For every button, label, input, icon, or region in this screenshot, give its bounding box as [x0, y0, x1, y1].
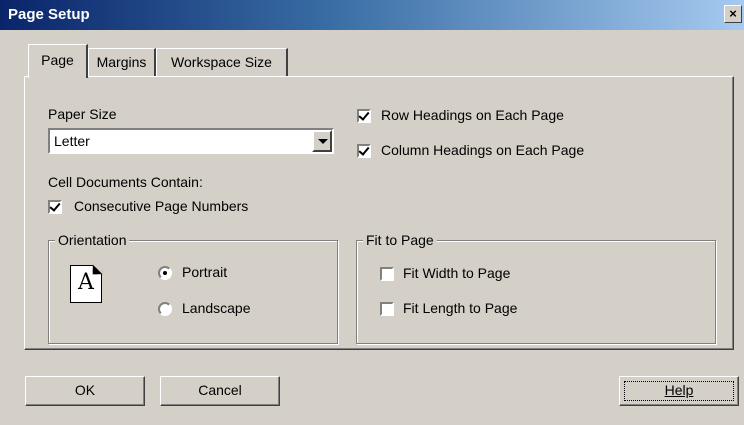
- portrait-radio[interactable]: [158, 266, 172, 280]
- orientation-title: Orientation: [55, 232, 130, 248]
- tab-workspace-size[interactable]: Workspace Size: [156, 48, 288, 77]
- tab-workspace-size-label: Workspace Size: [171, 54, 272, 70]
- title-bar: Page Setup ×: [0, 0, 744, 30]
- landscape-label[interactable]: Landscape: [182, 300, 251, 316]
- fit-to-page-title: Fit to Page: [363, 232, 437, 248]
- ok-button[interactable]: OK: [25, 376, 145, 406]
- column-headings-label[interactable]: Column Headings on Each Page: [381, 142, 584, 158]
- help-button[interactable]: Help: [619, 376, 739, 406]
- ok-button-label: OK: [74, 382, 96, 398]
- portrait-page-icon: A: [70, 265, 102, 303]
- fit-length-checkbox[interactable]: [380, 302, 394, 316]
- fit-width-checkbox[interactable]: [380, 267, 394, 281]
- tab-page[interactable]: Page: [28, 44, 88, 78]
- focus-ring: [624, 381, 734, 401]
- fit-width-label[interactable]: Fit Width to Page: [403, 265, 510, 281]
- row-headings-checkbox[interactable]: [357, 109, 371, 123]
- landscape-radio[interactable]: [158, 302, 172, 316]
- chevron-down-icon[interactable]: [312, 130, 332, 152]
- close-icon: ×: [729, 6, 737, 21]
- tab-margins-label: Margins: [96, 54, 147, 70]
- tab-page-label: Page: [41, 52, 74, 68]
- portrait-label[interactable]: Portrait: [182, 264, 227, 280]
- page-icon-letter: A: [78, 270, 94, 295]
- cell-documents-label: Cell Documents Contain:: [48, 174, 203, 190]
- cancel-button[interactable]: Cancel: [160, 376, 280, 406]
- close-button[interactable]: ×: [724, 5, 742, 23]
- fit-to-page-group: Fit to Page: [356, 232, 716, 344]
- column-headings-checkbox[interactable]: [357, 144, 371, 158]
- paper-size-value: Letter: [54, 133, 90, 149]
- row-headings-label[interactable]: Row Headings on Each Page: [381, 107, 564, 123]
- cancel-button-label: Cancel: [198, 382, 242, 398]
- tab-margins[interactable]: Margins: [88, 48, 156, 77]
- consecutive-page-numbers-checkbox[interactable]: [48, 200, 62, 214]
- fit-length-label[interactable]: Fit Length to Page: [403, 300, 517, 316]
- paper-size-select[interactable]: Letter: [48, 128, 334, 154]
- paper-size-label: Paper Size: [48, 106, 117, 122]
- window-title: Page Setup: [8, 6, 90, 23]
- consecutive-page-numbers-label[interactable]: Consecutive Page Numbers: [74, 198, 248, 214]
